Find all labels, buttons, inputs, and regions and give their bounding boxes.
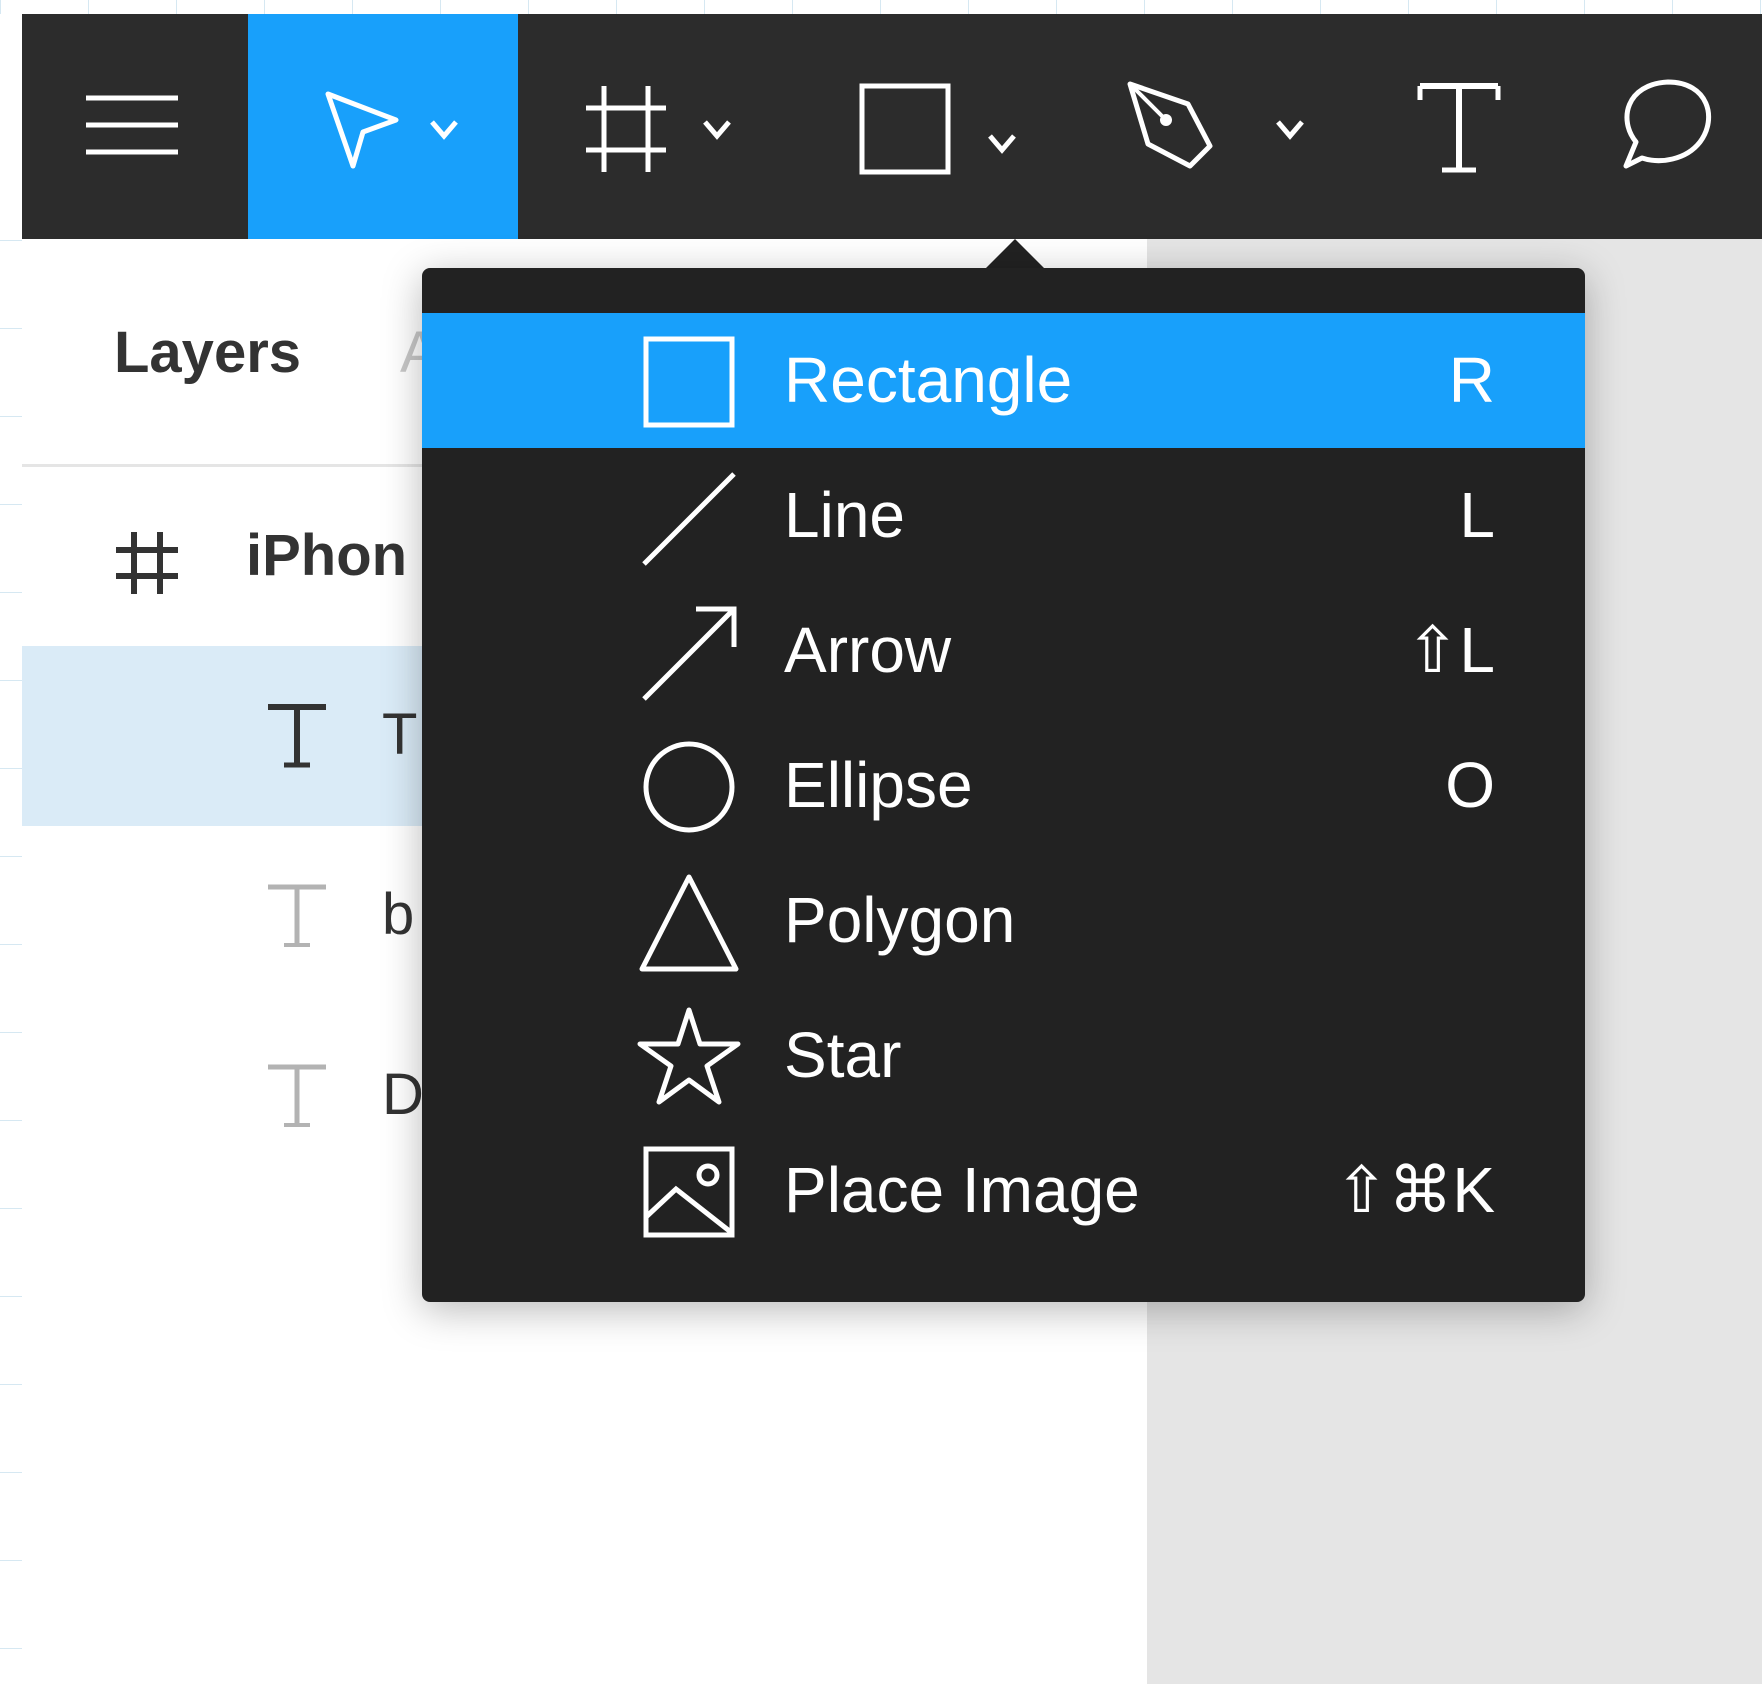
text-icon bbox=[268, 884, 326, 947]
canvas-ruler-grid bbox=[0, 0, 1762, 14]
shape-tool-button[interactable] bbox=[852, 14, 1052, 239]
menu-caret bbox=[985, 239, 1045, 269]
comment-bubble-icon bbox=[1623, 79, 1711, 169]
menu-item-label: Rectangle bbox=[784, 344, 1073, 416]
image-icon bbox=[643, 1146, 735, 1238]
arrow-icon bbox=[642, 606, 737, 701]
comment-tool-button[interactable] bbox=[1602, 14, 1742, 239]
menu-item-label: Polygon bbox=[784, 884, 1016, 956]
shape-dropdown-menu: Rectangle R Line L Arrow ⇧L Ellipse O Po… bbox=[422, 268, 1585, 1302]
text-tool-button[interactable] bbox=[1392, 14, 1532, 239]
layer-label: iPhon bbox=[246, 523, 408, 588]
frame-hash-icon bbox=[116, 532, 178, 594]
frame-tool-button[interactable] bbox=[582, 14, 782, 239]
main-menu-button[interactable] bbox=[22, 14, 248, 239]
chevron-down-icon bbox=[703, 120, 731, 140]
canvas-edge-grid bbox=[0, 240, 22, 1684]
menu-item-shortcut: O bbox=[1445, 749, 1495, 821]
ellipse-icon bbox=[643, 741, 735, 833]
menu-item-rectangle[interactable]: Rectangle R bbox=[422, 313, 1585, 448]
menu-item-shortcut: L bbox=[1459, 479, 1495, 551]
text-icon bbox=[268, 704, 326, 768]
menu-item-star[interactable]: Star bbox=[422, 988, 1585, 1123]
hamburger-menu-icon bbox=[86, 95, 178, 155]
text-icon bbox=[268, 1064, 326, 1127]
menu-item-arrow[interactable]: Arrow ⇧L bbox=[422, 583, 1585, 718]
pen-tool-button[interactable] bbox=[1122, 14, 1322, 239]
menu-item-polygon[interactable]: Polygon bbox=[422, 853, 1585, 988]
line-icon bbox=[642, 472, 736, 566]
polygon-icon bbox=[639, 874, 739, 972]
menu-item-shortcut: ⇧L bbox=[1405, 614, 1495, 686]
layer-label: T bbox=[382, 702, 418, 767]
menu-item-ellipse[interactable]: Ellipse O bbox=[422, 718, 1585, 853]
menu-item-place-image[interactable]: Place Image ⇧⌘K bbox=[422, 1123, 1585, 1258]
menu-item-label: Line bbox=[784, 479, 905, 551]
menu-item-line[interactable]: Line L bbox=[422, 448, 1585, 583]
rectangle-icon bbox=[643, 336, 735, 428]
layer-label: b bbox=[382, 882, 415, 947]
text-icon bbox=[1417, 83, 1501, 173]
chevron-down-icon bbox=[1276, 120, 1304, 140]
tab-layers[interactable]: Layers bbox=[114, 319, 301, 386]
layer-label: D bbox=[382, 1062, 424, 1127]
menu-item-label: Arrow bbox=[784, 614, 952, 686]
star-icon bbox=[637, 1007, 741, 1105]
menu-item-label: Ellipse bbox=[784, 749, 973, 821]
menu-item-label: Star bbox=[784, 1019, 902, 1091]
menu-item-shortcut: R bbox=[1448, 344, 1495, 416]
chevron-down-icon bbox=[988, 134, 1016, 154]
chevron-down-icon bbox=[430, 120, 458, 140]
menu-item-shortcut: ⇧⌘K bbox=[1334, 1154, 1495, 1226]
menu-item-label: Place Image bbox=[784, 1154, 1140, 1226]
move-tool-button[interactable] bbox=[248, 14, 518, 239]
top-toolbar bbox=[22, 14, 1762, 239]
